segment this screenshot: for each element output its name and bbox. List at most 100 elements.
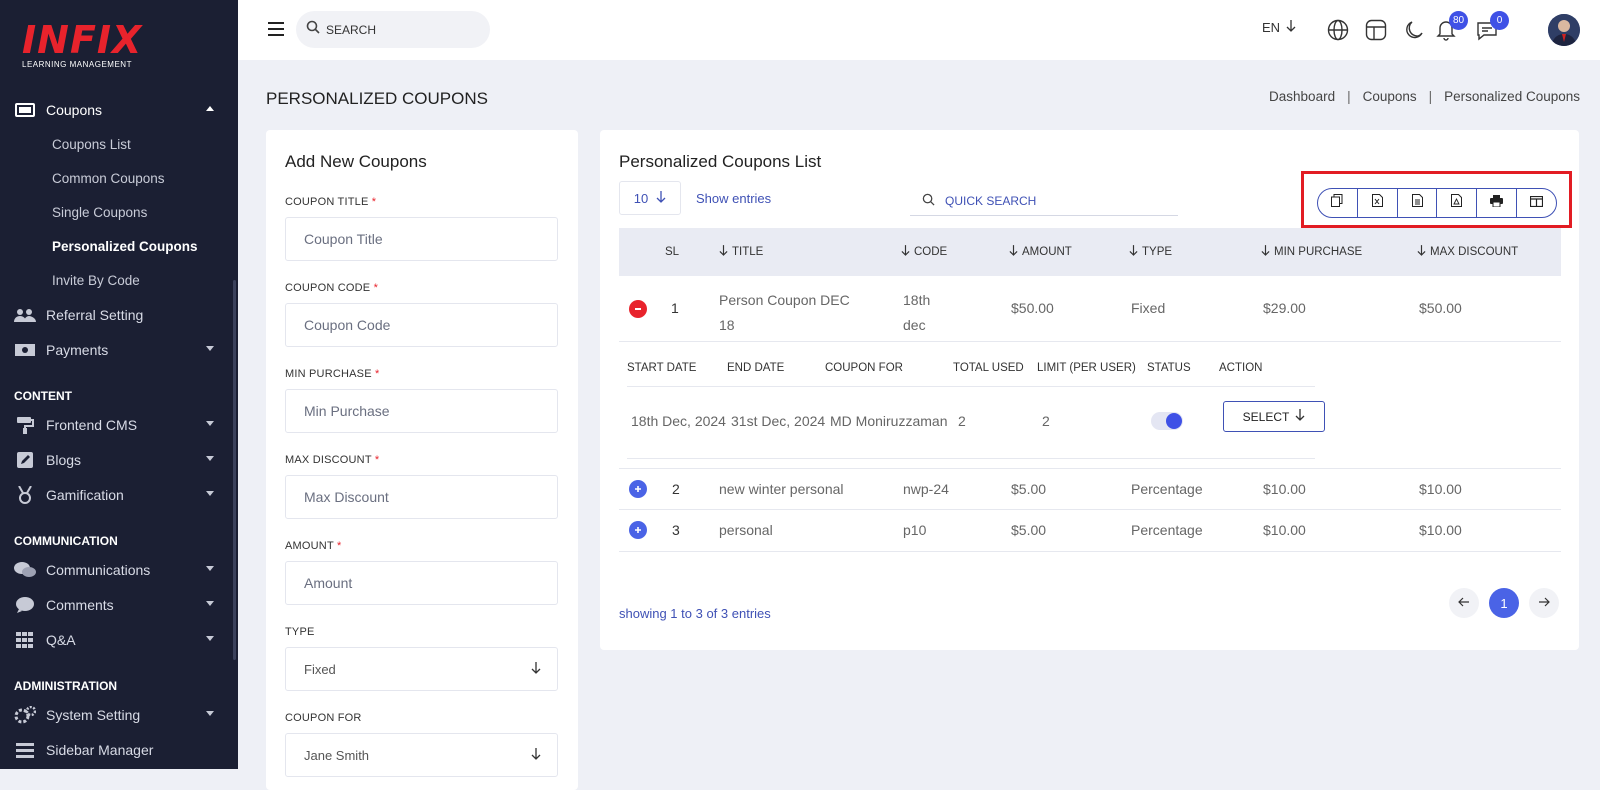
- expand-row-button[interactable]: [629, 521, 647, 539]
- sidebar-item-frontend-cms[interactable]: Frontend CMS: [0, 407, 238, 442]
- menu-toggle-icon[interactable]: [268, 22, 284, 36]
- sidebar-item-blogs[interactable]: Blogs: [0, 442, 238, 477]
- sidebar-item-gamification[interactable]: Gamification: [0, 477, 238, 512]
- min-purchase-input[interactable]: [304, 403, 524, 419]
- action-select-button[interactable]: SELECT: [1223, 401, 1325, 432]
- coupon-code-input[interactable]: [304, 317, 524, 333]
- globe-icon[interactable]: [1326, 18, 1350, 42]
- col-type[interactable]: TYPE: [1129, 245, 1172, 259]
- min-purchase-field[interactable]: [285, 389, 558, 433]
- detail-end-date: 31st Dec, 2024: [731, 413, 826, 429]
- copy-icon: [1331, 194, 1343, 212]
- col-min-purchase[interactable]: MIN PURCHASE: [1261, 245, 1362, 259]
- sidebar-item-payments[interactable]: Payments: [0, 332, 238, 367]
- detail-start-date-header: START DATE: [627, 362, 697, 374]
- users-icon: [14, 306, 36, 324]
- label-text: AMOUNT: [285, 540, 334, 552]
- brand-logo-text: INFIX: [22, 18, 143, 62]
- page-button-current[interactable]: 1: [1489, 588, 1519, 618]
- label-text: MIN PURCHASE: [285, 368, 372, 380]
- layout-icon[interactable]: [1364, 18, 1388, 42]
- amount-input[interactable]: [304, 575, 524, 591]
- caret-down-icon: [206, 711, 214, 716]
- required-marker: *: [371, 196, 377, 208]
- export-button-group: [1317, 188, 1557, 218]
- brand-logo[interactable]: INFIX LEARNING MANAGEMENT: [22, 18, 143, 69]
- next-page-button[interactable]: [1529, 588, 1559, 618]
- max-discount-field[interactable]: [285, 475, 558, 519]
- col-amount[interactable]: AMOUNT: [1009, 245, 1072, 259]
- sidebar-subitem-coupons-list[interactable]: Coupons List: [0, 127, 238, 161]
- search-input[interactable]: [326, 22, 476, 37]
- sidebar-subitem-personalized-coupons[interactable]: Personalized Coupons: [0, 229, 238, 263]
- max-discount-input[interactable]: [304, 489, 524, 505]
- message-icon[interactable]: 0: [1475, 11, 1509, 42]
- avatar[interactable]: [1548, 14, 1580, 46]
- cell-sl: 1: [671, 300, 679, 316]
- sidebar-item-system-setting[interactable]: System Setting: [0, 697, 238, 732]
- grid-icon: [14, 631, 36, 649]
- caret-down-icon: [206, 566, 214, 571]
- bars-icon: [14, 741, 36, 759]
- coupon-title-group: COUPON TITLE *: [285, 196, 558, 261]
- cell-type: Fixed: [1131, 300, 1166, 316]
- arrow-down-icon: [656, 190, 666, 206]
- csv-button[interactable]: [1398, 189, 1438, 217]
- detail-limit: 2: [1042, 413, 1050, 429]
- expand-row-button[interactable]: [629, 480, 647, 498]
- prev-page-button[interactable]: [1449, 588, 1479, 618]
- quick-search-input[interactable]: [945, 193, 1100, 208]
- sidebar-item-qa[interactable]: Q&A: [0, 622, 238, 657]
- print-button[interactable]: [1477, 189, 1518, 217]
- arrow-down-icon: [531, 661, 541, 677]
- sidebar-subitem-common-coupons[interactable]: Common Coupons: [0, 161, 238, 195]
- sidebar-item-communications[interactable]: Communications: [0, 552, 238, 587]
- global-search[interactable]: [296, 11, 490, 48]
- coupon-title-input[interactable]: [304, 231, 524, 247]
- moon-icon[interactable]: [1402, 18, 1426, 42]
- col-title[interactable]: TITLE: [719, 245, 763, 259]
- breadcrumb-coupons[interactable]: Coupons: [1363, 89, 1417, 104]
- sort-arrow-icon: [719, 245, 728, 259]
- sidebar-item-label: Payments: [46, 341, 109, 358]
- type-select[interactable]: Fixed: [285, 647, 558, 691]
- copy-button[interactable]: [1318, 189, 1358, 217]
- sidebar-item-sidebar-manager[interactable]: Sidebar Manager: [0, 732, 238, 767]
- col-code[interactable]: CODE: [901, 245, 947, 259]
- sidebar-item-label: Communications: [46, 561, 151, 578]
- bell-icon[interactable]: 80: [1434, 11, 1468, 42]
- cell-max-discount: $50.00: [1419, 300, 1462, 316]
- sidebar: INFIX LEARNING MANAGEMENT Coupons Coupon…: [0, 0, 238, 769]
- coupon-list-card: Personalized Coupons List 10 Show entrie…: [600, 130, 1579, 650]
- excel-button[interactable]: [1358, 189, 1398, 217]
- sort-arrow-icon: [1417, 245, 1426, 259]
- money-icon: [14, 341, 36, 359]
- col-max-discount[interactable]: MAX DISCOUNT: [1417, 245, 1518, 259]
- cell-min-purchase: $10.00: [1263, 522, 1306, 538]
- table-row: 1 Person Coupon DEC 18 18th dec $50.00 Fix…: [619, 276, 1561, 342]
- coupon-title-field[interactable]: [285, 217, 558, 261]
- language-dropdown[interactable]: EN: [1262, 20, 1296, 35]
- sidebar-subitem-single-coupons[interactable]: Single Coupons: [0, 195, 238, 229]
- amount-field[interactable]: [285, 561, 558, 605]
- sidebar-item-comments[interactable]: Comments: [0, 587, 238, 622]
- status-toggle[interactable]: [1151, 412, 1183, 430]
- pdf-button[interactable]: [1437, 189, 1478, 217]
- collapse-row-button[interactable]: [629, 300, 647, 318]
- required-marker: *: [336, 540, 342, 552]
- quick-search[interactable]: [910, 186, 1178, 216]
- row-detail: START DATE END DATE COUPON FOR TOTAL USE…: [619, 338, 1325, 464]
- coupon-code-field[interactable]: [285, 303, 558, 347]
- paint-roller-icon: [14, 416, 36, 434]
- column-visibility-button[interactable]: [1517, 189, 1556, 217]
- page-size-select[interactable]: 10: [619, 181, 681, 215]
- col-sl[interactable]: SL: [665, 246, 679, 258]
- sidebar-item-coupons[interactable]: Coupons: [0, 92, 238, 127]
- breadcrumb-dashboard[interactable]: Dashboard: [1269, 89, 1335, 104]
- sidebar-subitem-invite-by-code[interactable]: Invite By Code: [0, 263, 238, 297]
- page-size-value: 10: [633, 190, 649, 206]
- sort-arrow-icon: [901, 245, 910, 259]
- sidebar-item-referral[interactable]: Referral Setting: [0, 297, 238, 332]
- coupon-for-label: COUPON FOR: [285, 712, 362, 724]
- coupon-for-select[interactable]: Jane Smith: [285, 733, 558, 777]
